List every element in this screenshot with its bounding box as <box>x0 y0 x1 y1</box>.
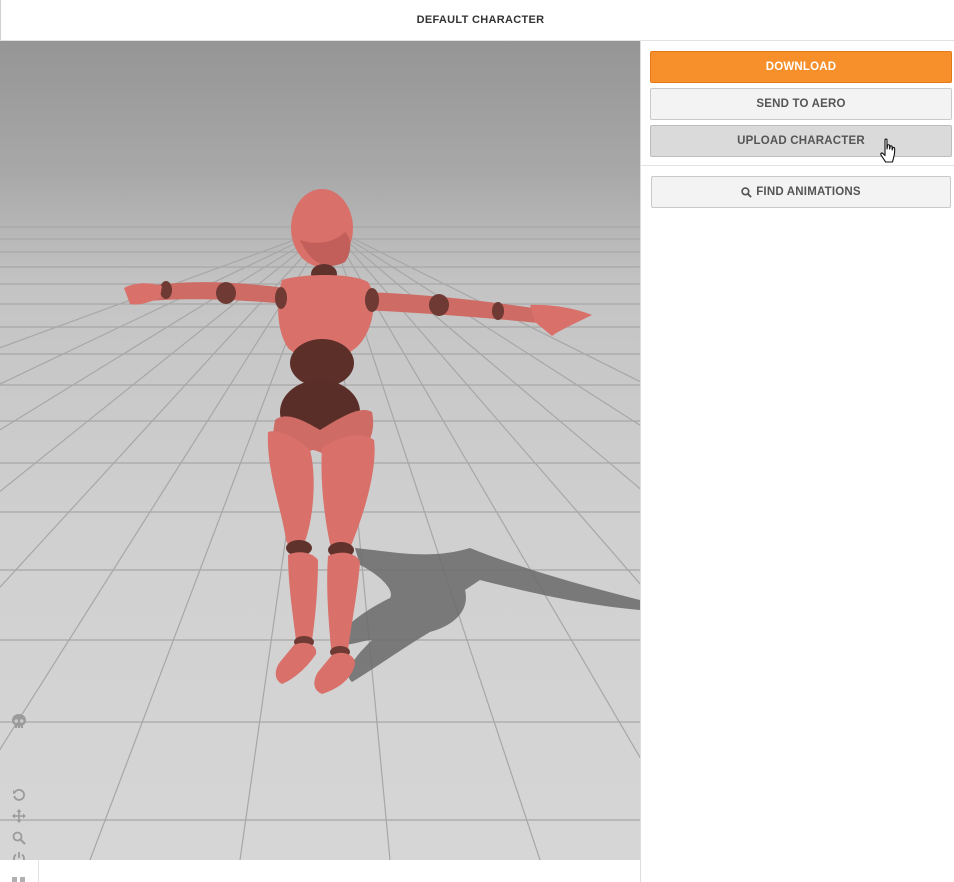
move-icon[interactable] <box>10 808 28 824</box>
skull-icon[interactable] <box>10 713 28 729</box>
viewport-scene <box>0 189 640 860</box>
power-icon[interactable] <box>10 850 28 860</box>
download-button[interactable]: DOWNLOAD <box>650 51 952 83</box>
actions-panel: DOWNLOAD SEND TO AERO UPLOAD CHARACTER F… <box>640 41 954 882</box>
app-window: DEFAULT CHARACTER DOWNLOAD SEND TO AERO … <box>0 0 954 882</box>
title-bar: DEFAULT CHARACTER <box>0 0 954 41</box>
grip-icon[interactable] <box>12 877 26 882</box>
timeline-strip <box>0 860 640 882</box>
zoom-icon[interactable] <box>10 830 28 846</box>
send-to-aero-button[interactable]: SEND TO AERO <box>650 88 952 120</box>
reset-view-icon[interactable] <box>10 787 28 803</box>
divider <box>641 165 954 166</box>
divider <box>38 860 39 882</box>
page-title: DEFAULT CHARACTER <box>416 14 545 26</box>
upload-character-button[interactable]: UPLOAD CHARACTER <box>650 125 952 157</box>
search-icon <box>741 186 752 198</box>
find-animations-label: FIND ANIMATIONS <box>756 186 861 198</box>
character-shadow <box>335 548 640 682</box>
3d-viewport[interactable] <box>0 41 640 860</box>
find-animations-button[interactable]: FIND ANIMATIONS <box>651 176 951 208</box>
